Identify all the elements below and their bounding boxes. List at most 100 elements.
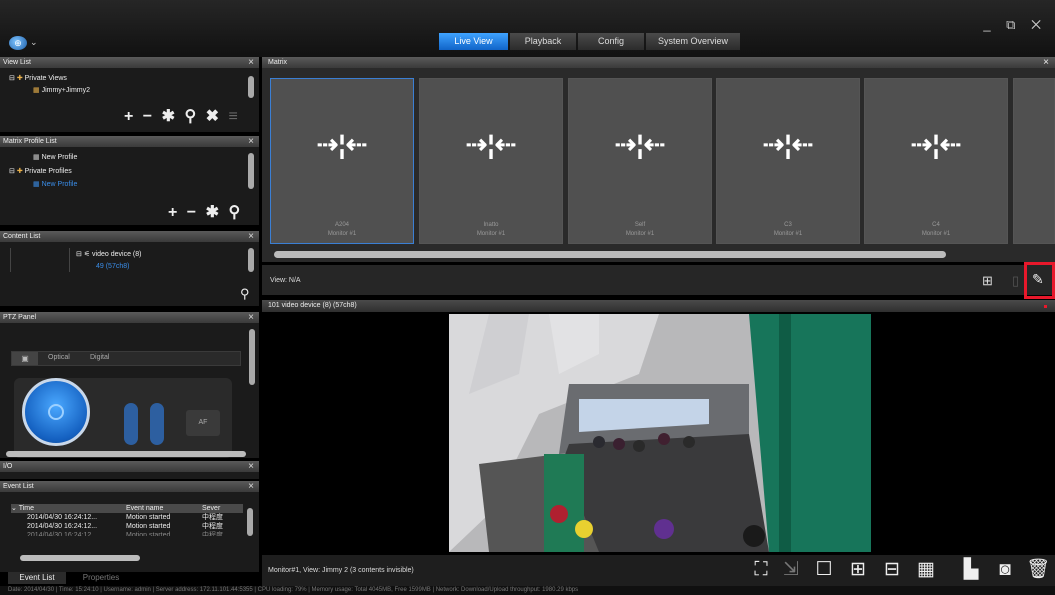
event-severity: 中程度: [202, 523, 223, 530]
ptz-panel: ▣ Optical Digital AF: [0, 323, 259, 458]
tile-label: Self Monitor #1: [625, 222, 655, 237]
matrix-tile[interactable]: ⇢¦⇠ Self Monitor #1: [568, 78, 712, 244]
tab-properties[interactable]: Properties: [72, 572, 130, 584]
scrollbar[interactable]: [249, 329, 255, 385]
scrollbar[interactable]: [248, 153, 254, 189]
search-icon[interactable]: ⚲: [228, 204, 240, 221]
view-bar: View: N/A ⊞ ▯: [262, 265, 1055, 295]
column-severity[interactable]: Sever: [202, 504, 232, 513]
event-list-panel: ⌄ Time Event name Sever 2014/04/30 16:24…: [0, 492, 259, 584]
edit-icon[interactable]: ✎: [1032, 271, 1044, 288]
tree-item-selected-profile[interactable]: ▦ New Profile: [33, 180, 77, 188]
tab-event-list[interactable]: Event List: [8, 572, 66, 584]
io-panel: [0, 472, 259, 479]
globe-icon[interactable]: ⊕: [9, 36, 27, 50]
view-list-panel: ⊟ ✚ Private Views ▦ Jimmy+Jimmy2 + − ✱ ⚲…: [0, 68, 259, 132]
layout-1plus3-icon[interactable]: ⊟: [878, 558, 906, 581]
tree-item-channel[interactable]: 49 (57ch8): [96, 263, 129, 270]
event-time: 2014/04/30 16:24:12...: [27, 532, 98, 536]
tab-digital[interactable]: Digital: [90, 354, 109, 361]
fullscreen-icon[interactable]: ⛶: [750, 558, 772, 581]
layout-icon[interactable]: ⊞: [982, 273, 993, 289]
snapshot-icon[interactable]: ◙: [992, 558, 1018, 581]
add-button[interactable]: +: [124, 108, 133, 125]
close-icon[interactable]: ×: [248, 57, 254, 68]
tab-optical[interactable]: Optical: [48, 354, 70, 361]
focus-slider[interactable]: [150, 403, 164, 445]
close-icon[interactable]: ×: [248, 461, 254, 472]
disconnected-icon: ⇢¦⇠: [762, 129, 814, 159]
event-name: Motion started: [126, 523, 171, 530]
tree-item-new-profile[interactable]: ▦ New Profile: [33, 153, 77, 161]
add-button[interactable]: +: [168, 204, 177, 221]
event-table: ⌄ Time Event name Sever 2014/04/30 16:24…: [11, 504, 243, 536]
horizontal-scrollbar[interactable]: [6, 451, 246, 457]
tab-config[interactable]: Config: [578, 33, 644, 50]
layout-2x2-icon[interactable]: ⊞: [844, 558, 872, 581]
stretch-icon[interactable]: ⇲: [780, 558, 802, 581]
event-name: Motion started: [126, 514, 171, 521]
zoom-slider[interactable]: [124, 403, 138, 445]
matrix-header: Matrix ×: [262, 57, 1055, 68]
matrix-tile[interactable]: ⇢¦⇠ C4 Monitor #1: [864, 78, 1008, 244]
event-time: 2014/04/30 16:24:12...: [27, 514, 98, 521]
close-icon[interactable]: ×: [248, 481, 254, 492]
scrollbar[interactable]: [248, 248, 254, 272]
remove-button[interactable]: −: [143, 108, 152, 125]
tab-playback[interactable]: Playback: [510, 33, 576, 50]
matrix-tile[interactable]: ⇢¦⇠ C3 Monitor #1: [716, 78, 860, 244]
column-event-name[interactable]: Event name: [126, 504, 202, 513]
table-header: ⌄ Time Event name Sever: [11, 504, 243, 513]
matrix-tile[interactable]: ⇢¦⇠ Inatto Monitor #1: [419, 78, 563, 244]
matrix-profile-header: Matrix Profile List ×: [0, 136, 259, 147]
settings-icon[interactable]: ✱: [162, 108, 175, 125]
sequence-icon[interactable]: ▙: [958, 558, 984, 581]
tree-item-view[interactable]: ▦ Jimmy+Jimmy2: [33, 86, 90, 94]
tab-live-view[interactable]: Live View: [439, 33, 508, 50]
tree-item-private-views[interactable]: ⊟ ✚ Private Views: [9, 74, 67, 82]
scrollbar[interactable]: [247, 508, 253, 536]
search-icon[interactable]: ⚲: [240, 286, 250, 302]
table-row[interactable]: 2014/04/30 16:24:12... Motion started 中程…: [11, 513, 243, 522]
layout-3x3-icon[interactable]: ▦: [912, 558, 940, 581]
profile-toolbar[interactable]: + − ✱ ⚲: [168, 202, 240, 222]
af-button[interactable]: AF: [186, 410, 220, 436]
event-severity: 中程度: [202, 532, 223, 536]
matrix-profile-title: Matrix Profile List: [3, 138, 57, 145]
scrollbar[interactable]: [248, 76, 254, 98]
matrix-tile[interactable]: ⇢¦⇠ A204 Monitor #1: [270, 78, 414, 244]
tile-label: A204 Monitor #1: [327, 222, 357, 237]
remove-button[interactable]: −: [187, 204, 196, 221]
column-time[interactable]: ⌄ Time: [11, 504, 126, 513]
tree-item-private-profiles[interactable]: ⊟ ✚ Private Profiles: [9, 167, 72, 175]
tab-system-overview[interactable]: System Overview: [646, 33, 740, 50]
tree-item-video-device[interactable]: ⊟ ⚟ video device (8): [76, 250, 141, 258]
close-icon[interactable]: ×: [248, 312, 254, 323]
monitor-status: Monitor#1, View: Jimmy 2 (3 contents inv…: [268, 567, 414, 574]
io-panel-title: I/O: [3, 463, 13, 470]
close-icon[interactable]: ×: [248, 231, 254, 242]
view-list-title: View List: [3, 59, 31, 66]
layout-1x1-icon[interactable]: ☐: [810, 558, 838, 581]
view-list-header: View List ×: [0, 57, 259, 68]
matrix-scrollbar[interactable]: [274, 251, 946, 258]
chevron-down-icon[interactable]: ⌄: [30, 37, 38, 48]
menu-icon[interactable]: ≡: [228, 108, 237, 125]
tools-icon[interactable]: ✖: [206, 108, 219, 125]
search-icon[interactable]: ⚲: [184, 108, 196, 125]
table-row[interactable]: 2014/04/30 16:24:12... Motion started 中程…: [11, 522, 243, 531]
horizontal-scrollbar[interactable]: [20, 555, 140, 561]
disconnected-icon: ⇢¦⇠: [910, 129, 962, 159]
window-controls[interactable]: _ ⧉ ✕: [983, 17, 1047, 33]
ptz-center-button[interactable]: [48, 404, 64, 420]
view-label: View: N/A: [270, 277, 301, 284]
close-icon[interactable]: ×: [248, 136, 254, 147]
close-icon[interactable]: ×: [1043, 57, 1049, 68]
delete-icon[interactable]: ▯: [1012, 273, 1019, 289]
matrix-tile-partial[interactable]: [1013, 78, 1055, 244]
lock-icon[interactable]: ▣: [12, 352, 38, 365]
view-list-toolbar[interactable]: + − ✱ ⚲ ✖ ≡: [124, 106, 238, 126]
table-row[interactable]: 2014/04/30 16:24:12... Motion started 中程…: [11, 531, 243, 536]
settings-icon[interactable]: ✱: [206, 204, 219, 221]
trash-icon[interactable]: 🗑: [1026, 558, 1050, 581]
